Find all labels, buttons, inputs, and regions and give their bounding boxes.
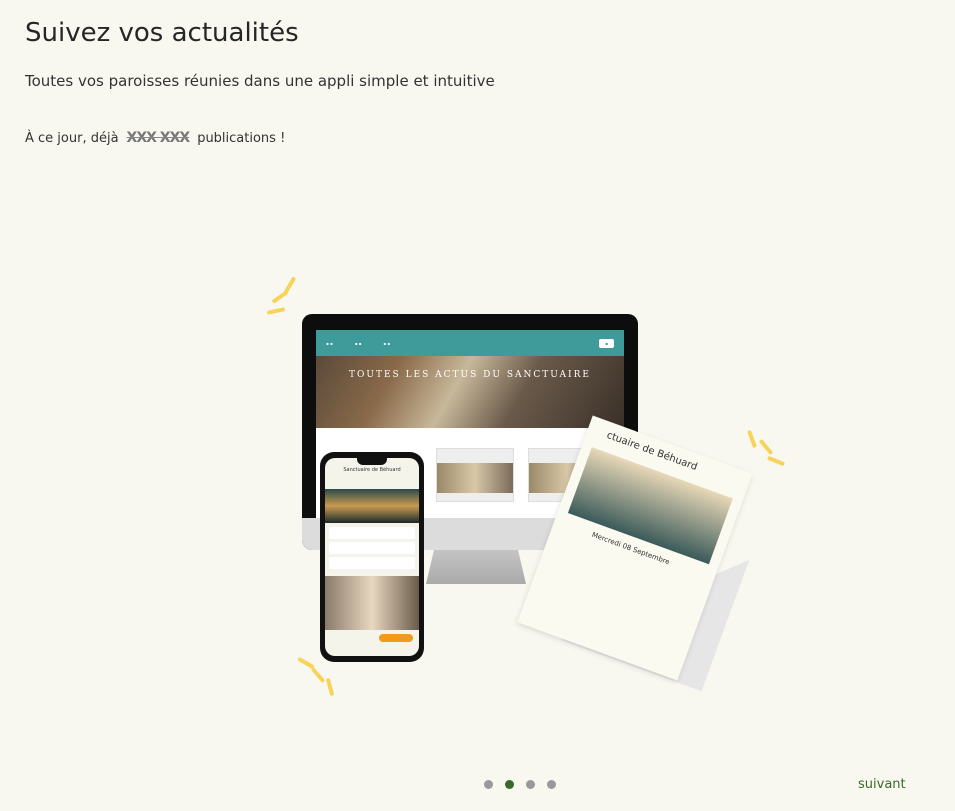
pagination-dot-2[interactable] bbox=[505, 780, 514, 789]
page-title: Suivez vos actualités bbox=[25, 18, 299, 48]
publication-counter: À ce jour, déjà XXX XXX publications ! bbox=[25, 130, 285, 146]
phone-screen: Sanctuaire de Béhuard bbox=[325, 458, 419, 656]
monitor-stand bbox=[426, 550, 526, 584]
phone-row bbox=[329, 557, 415, 569]
site-card bbox=[436, 448, 514, 502]
next-button[interactable]: suivant bbox=[858, 777, 906, 792]
pagination-dot-1[interactable] bbox=[484, 780, 493, 789]
sparkle-icon bbox=[766, 455, 786, 467]
counter-prefix: À ce jour, déjà bbox=[25, 130, 119, 146]
onboarding-page: Suivez vos actualités Toutes vos paroiss… bbox=[0, 0, 955, 811]
pagination-dot-3[interactable] bbox=[526, 780, 535, 789]
site-hero: TOUTES LES ACTUS DU SANCTUAIRE bbox=[316, 356, 624, 428]
paper-photo bbox=[567, 447, 733, 565]
sparkle-icon bbox=[747, 429, 757, 449]
phone-rows bbox=[325, 523, 419, 576]
sparkle-icon bbox=[325, 677, 335, 697]
devices-illustration: ▪ ▪ ▪ ▪ ▪ ▪ ▪ TOUTES LES ACTUS DU SANCTU… bbox=[260, 270, 800, 710]
phone-row bbox=[329, 542, 415, 554]
site-nav-item: ▪ ▪ bbox=[383, 340, 391, 346]
pagination-dot-4[interactable] bbox=[547, 780, 556, 789]
page-subtitle: Toutes vos paroisses réunies dans une ap… bbox=[25, 72, 495, 90]
phone-button bbox=[379, 634, 413, 642]
site-nav: ▪ ▪ ▪ ▪ ▪ ▪ ▪ bbox=[316, 330, 624, 356]
pagination-dots bbox=[484, 780, 556, 789]
smartphone: Sanctuaire de Béhuard bbox=[320, 452, 424, 662]
phone-image bbox=[325, 489, 419, 523]
phone-photo bbox=[325, 576, 419, 630]
phone-notch bbox=[357, 458, 387, 465]
counter-value: XXX XXX bbox=[126, 130, 191, 146]
site-nav-item: ▪ ▪ bbox=[326, 340, 333, 346]
site-nav-button: ▪ bbox=[599, 338, 614, 348]
sparkle-icon bbox=[758, 438, 774, 456]
site-hero-title: TOUTES LES ACTUS DU SANCTUAIRE bbox=[349, 370, 591, 380]
site-nav-item: ▪ ▪ bbox=[354, 340, 362, 346]
sparkle-icon bbox=[266, 307, 286, 315]
sparkle-icon bbox=[310, 666, 326, 684]
phone-row bbox=[329, 527, 415, 539]
counter-suffix: publications ! bbox=[197, 130, 286, 146]
sparkle-icon bbox=[271, 290, 289, 304]
